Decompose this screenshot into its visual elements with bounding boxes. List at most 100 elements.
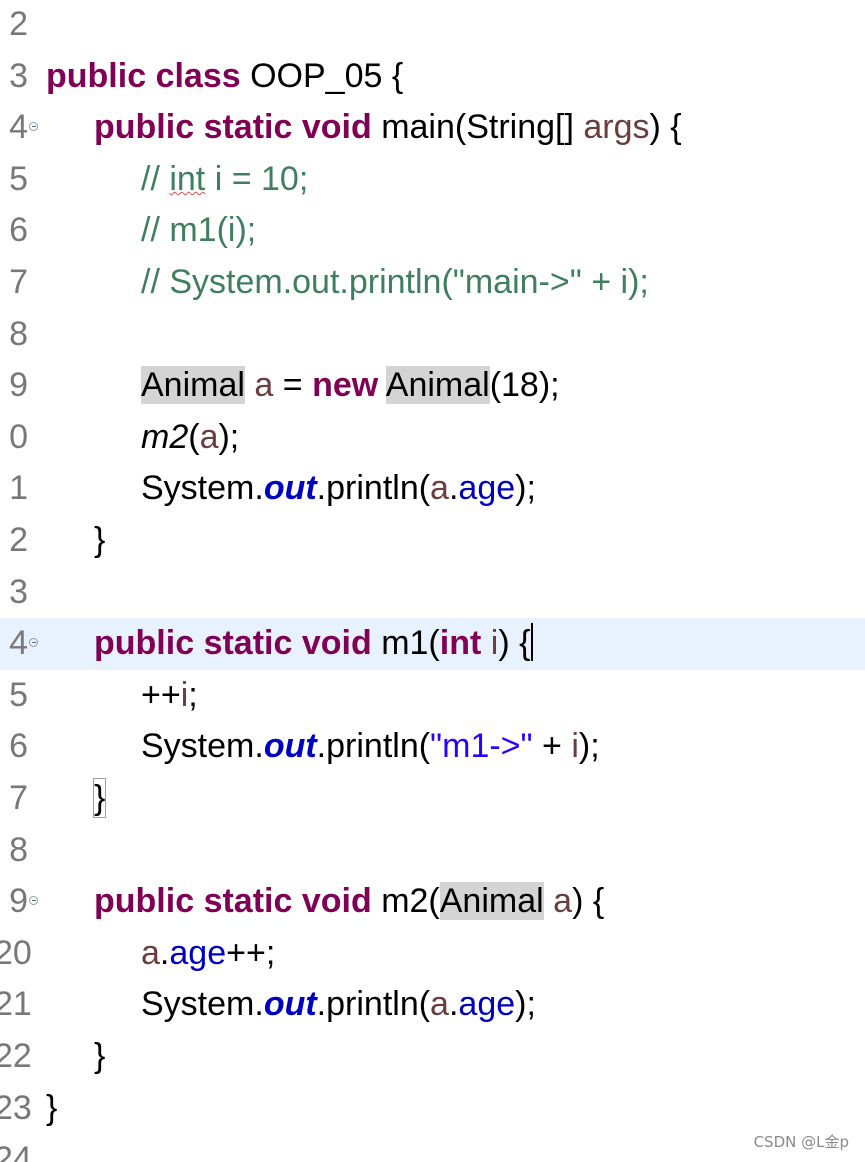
code-token: + (532, 727, 572, 766)
code-text: } (46, 1088, 58, 1127)
fold-collapse-icon[interactable] (29, 896, 38, 906)
line-number: 4 (9, 108, 28, 147)
code-line[interactable]: 3 (0, 567, 865, 619)
code-text: } (92, 773, 107, 825)
static-field: out (263, 469, 317, 508)
keyword: public (94, 624, 195, 663)
code-line[interactable]: 1 System.out.println(a.age); (0, 463, 865, 515)
line-number: 22 (0, 1037, 32, 1075)
code-line[interactable]: 24 (0, 1134, 865, 1162)
line-number: 6 (9, 211, 28, 250)
line-number: 8 (9, 830, 28, 869)
line-number: 3 (9, 572, 28, 611)
code-line[interactable]: 21 System.out.println(a.age); (0, 979, 865, 1031)
code-text: public static void main(String[] args) { (94, 102, 682, 154)
code-line[interactable]: 5 // int i = 10; (0, 154, 865, 206)
code-token: ) { (649, 108, 682, 147)
line-number: 1 (9, 469, 28, 508)
code-text: public static void m1(int i) { (94, 618, 534, 670)
line-number: 9 (9, 882, 28, 921)
string-literal: "m1->" (430, 727, 533, 766)
code-text: System.out.println(a.age); (141, 979, 536, 1031)
code-editor[interactable]: 2 3 public class OOP_05 { 4 public stati… (0, 0, 865, 1162)
code-text: System.out.println("m1->" + i); (141, 721, 600, 773)
code-token: . (159, 933, 170, 972)
code-line[interactable]: 5 ++i; (0, 670, 865, 722)
code-line[interactable]: 2 } (0, 515, 865, 567)
code-text: } (94, 521, 106, 559)
code-token: ); (218, 417, 240, 456)
code-token: System. (141, 469, 264, 508)
code-line[interactable]: 8 (0, 825, 865, 877)
comment: // m1(i); (141, 211, 257, 250)
code-token: ); (515, 469, 536, 508)
code-line[interactable]: 7 // System.out.println("main->" + i); (0, 257, 865, 309)
matching-bracket: } (92, 778, 107, 818)
code-line[interactable]: 23 } (0, 1083, 865, 1135)
code-token: m2( (371, 882, 440, 921)
keyword: public (94, 108, 195, 147)
code-text: } (94, 1037, 106, 1075)
parameter-name: a (141, 933, 160, 972)
line-number: 5 (9, 675, 28, 714)
static-field: out (263, 727, 317, 766)
field: age (458, 469, 516, 508)
code-token: ) { (572, 882, 605, 921)
code-line[interactable]: 4 public static void main(String[] args)… (0, 102, 865, 154)
code-token: = (273, 366, 313, 405)
line-number: 5 (9, 159, 28, 198)
code-text: m2(a); (141, 412, 239, 464)
code-token: .println( (316, 727, 431, 766)
code-line[interactable]: 22 } (0, 1031, 865, 1083)
line-number: 7 (9, 263, 28, 301)
keyword: int (439, 624, 482, 663)
keyword: void (301, 108, 372, 147)
comment: // int i = 10; (141, 154, 308, 206)
keyword: public (94, 882, 195, 921)
static-field: out (263, 985, 317, 1024)
code-line[interactable]: 6 System.out.println("m1->" + i); (0, 721, 865, 773)
code-line[interactable]: 3 public class OOP_05 { (0, 51, 865, 103)
keyword: new (312, 366, 379, 405)
code-line[interactable]: 2 (0, 0, 865, 51)
static-method-call: m2 (141, 417, 189, 456)
fold-collapse-icon[interactable] (29, 122, 38, 132)
keyword: public (46, 56, 147, 95)
code-token: ++; (226, 933, 276, 972)
code-text: ++i; (141, 670, 198, 722)
code-token: System. (141, 727, 264, 766)
code-text: public static void m2(Animal a) { (94, 876, 604, 928)
line-number: 2 (9, 521, 28, 559)
fold-collapse-icon[interactable] (29, 638, 38, 648)
code-token: OOP_05 { (240, 56, 404, 95)
keyword: class (155, 56, 241, 95)
code-line[interactable]: 7 } (0, 773, 865, 825)
field: age (458, 985, 516, 1024)
code-token: .println( (316, 985, 431, 1024)
local-variable: a (254, 366, 274, 405)
spelling-warning: int (169, 159, 206, 198)
code-line[interactable]: 6 // m1(i); (0, 205, 865, 257)
current-line[interactable]: 4 public static void m1(int i) { (0, 618, 865, 670)
code-line[interactable]: 9 Animal a = new Animal(18); (0, 360, 865, 412)
parameter-name: i (571, 727, 579, 766)
code-line[interactable]: 0 m2(a); (0, 412, 865, 464)
code-line[interactable]: 9 public static void m2(Animal a) { (0, 876, 865, 928)
code-text: a.age++; (141, 928, 275, 980)
code-token: ) { (498, 624, 531, 663)
line-number: 21 (0, 985, 32, 1024)
type-occurrence: Animal (439, 882, 544, 921)
parameter-name: args (583, 108, 650, 147)
keyword: static (203, 108, 293, 147)
code-token: System. (141, 985, 264, 1024)
code-token: main(String[] (371, 108, 584, 147)
type-occurrence: Animal (141, 366, 245, 405)
code-token: ); (515, 985, 536, 1024)
code-line[interactable]: 8 (0, 309, 865, 361)
code-line[interactable]: 20 a.age++; (0, 928, 865, 980)
line-number: 20 (0, 933, 32, 972)
